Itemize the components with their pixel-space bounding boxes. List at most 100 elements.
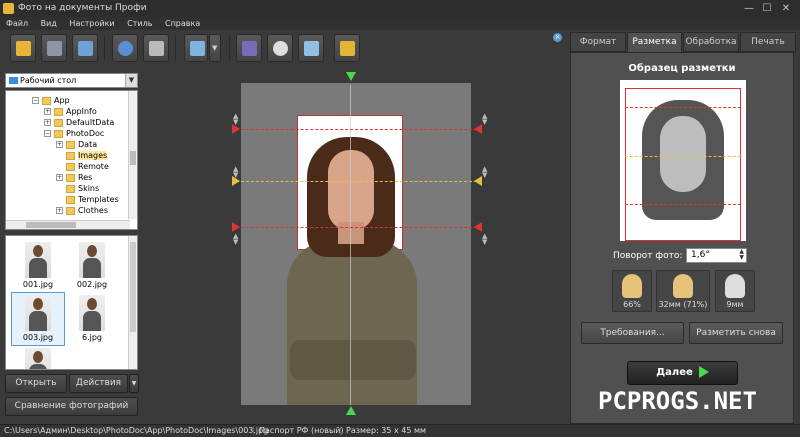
settings-cube-button[interactable] [298, 34, 324, 62]
compare-photos-button[interactable]: Сравнение фотографий [5, 397, 138, 416]
eye-guide-right-handle[interactable] [474, 176, 482, 186]
sample-frame [625, 88, 741, 241]
person-neck [338, 222, 364, 244]
top-margin-metric: 9мм [715, 270, 755, 312]
remark-again-button[interactable]: Разметить снова [689, 322, 783, 344]
tree-label: Skins [78, 184, 100, 193]
center-top-handle[interactable] [346, 72, 356, 81]
tree-node-templates[interactable]: Templates [66, 194, 119, 205]
open-folder-button[interactable] [10, 34, 36, 62]
tab-print[interactable]: Печать [740, 32, 796, 52]
folder-icon [54, 118, 63, 127]
folder-select[interactable]: Рабочий стол ▼ [5, 73, 138, 88]
video-tutorial-button[interactable] [267, 34, 293, 62]
people-button[interactable] [112, 34, 138, 62]
thumbnail-caption: 002.jpg [76, 280, 108, 289]
photo-thumbnail [79, 242, 105, 278]
help-book-button[interactable] [236, 34, 262, 62]
next-button[interactable]: Далее [627, 361, 738, 385]
folder-icon [66, 173, 75, 182]
tree-node-images[interactable]: Images [66, 150, 108, 161]
gift-button[interactable] [334, 34, 360, 62]
maximize-button[interactable]: ☐ [760, 2, 774, 15]
panel-close-icon[interactable]: × [553, 33, 562, 42]
tree-expander[interactable]: + [56, 174, 63, 181]
image-effects-button[interactable] [184, 34, 208, 62]
tree-label: Res [78, 173, 93, 182]
tree-node-photodoc[interactable]: − PhotoDoc [44, 128, 104, 139]
print-button[interactable] [72, 34, 98, 62]
top-head-guide [236, 129, 482, 130]
menu-file[interactable]: Файл [6, 19, 28, 28]
tree-node-clothes[interactable]: + Clothes [56, 205, 108, 216]
move-arrows-icon: ▲ ▼ [482, 165, 488, 179]
tree-node-remote[interactable]: Remote [66, 161, 109, 172]
tree-node-data[interactable]: + Data [56, 139, 97, 150]
tree-horizontal-scrollbar[interactable] [6, 220, 130, 229]
close-button[interactable]: ✕ [779, 2, 793, 15]
tab-markup[interactable]: Разметка [627, 32, 682, 52]
top-guide-right-handle[interactable] [474, 124, 482, 134]
folder-icon [54, 129, 63, 138]
chin-guide [236, 227, 482, 228]
menu-style[interactable]: Стиль [127, 19, 152, 28]
spinner-arrows-icon[interactable]: ▲ ▼ [739, 249, 744, 261]
app-icon [3, 3, 14, 14]
image-effects-dropdown[interactable]: ▼ [209, 34, 221, 62]
minimize-button[interactable]: — [742, 2, 756, 15]
markup-sample-image [620, 80, 746, 241]
rotation-label: Поворот фото: [613, 251, 683, 261]
center-bottom-handle[interactable] [346, 406, 356, 415]
tab-format[interactable]: Формат [570, 32, 626, 52]
rotation-spinner[interactable]: 1,6° ▲ ▼ [686, 248, 747, 263]
help-book-icon [242, 41, 257, 56]
tree-expander[interactable]: + [44, 119, 51, 126]
move-arrows-icon: ▲ ▼ [233, 112, 239, 126]
tree-node-app[interactable]: − App [32, 95, 70, 106]
actions-button[interactable]: Действия [69, 374, 128, 393]
tree-expander[interactable]: + [44, 108, 51, 115]
photo-thumbnail [25, 295, 51, 331]
tree-expander[interactable]: − [44, 130, 51, 137]
thumbnail-scrollbar[interactable] [128, 236, 137, 369]
tree-label: Clothes [78, 206, 108, 215]
camera-button[interactable] [143, 34, 169, 62]
film-reel-icon [273, 41, 288, 56]
tree-node-res[interactable]: + Res [56, 172, 92, 183]
thumbnail-item[interactable]: 6.jpg [66, 293, 118, 345]
thumbnail-item[interactable]: 001.jpg [12, 240, 64, 292]
top-margin-icon [725, 274, 745, 298]
face-height-metric: 32мм (71%) [656, 270, 710, 312]
folder-icon [66, 140, 75, 149]
metric-value: 66% [623, 300, 641, 309]
person-body [287, 240, 417, 405]
open-button[interactable]: Открыть [5, 374, 67, 393]
thumbnail-item[interactable]: 002.jpg [66, 240, 118, 292]
tree-node-defaultdata[interactable]: + DefaultData [44, 117, 114, 128]
menu-help[interactable]: Справка [165, 19, 200, 28]
tab-bar: Формат Разметка Обработка Печать [570, 32, 798, 52]
chevron-down-icon[interactable]: ▼ [125, 74, 137, 87]
tree-vertical-scrollbar[interactable] [128, 91, 137, 219]
actions-dropdown-arrow[interactable]: ▼ [129, 374, 139, 393]
menu-view[interactable]: Вид [41, 19, 57, 28]
tree-node-appinfo[interactable]: + AppInfo [44, 106, 97, 117]
thumbnail-caption: 003.jpg [22, 333, 54, 342]
tree-node-skins[interactable]: Skins [66, 183, 99, 194]
desktop-icon [9, 77, 18, 84]
thumbnail-item-selected[interactable]: 003.jpg [11, 292, 65, 346]
menu-settings[interactable]: Настройки [69, 19, 114, 28]
requirements-button[interactable]: Требования... [581, 322, 684, 344]
tree-expander[interactable]: + [56, 207, 63, 214]
tree-expander[interactable]: − [32, 97, 39, 104]
tab-processing[interactable]: Обработка [683, 32, 739, 52]
save-button[interactable] [41, 34, 67, 62]
tree-expander[interactable]: + [56, 141, 63, 148]
folder-icon [66, 162, 75, 171]
chin-guide-left-handle[interactable] [232, 222, 240, 232]
menu-bar: Файл Вид Настройки Стиль Справка [0, 17, 800, 30]
sample-top-guide [625, 107, 741, 108]
thumbnail-item[interactable] [12, 346, 64, 369]
folder-icon [66, 151, 75, 160]
chin-guide-right-handle[interactable] [474, 222, 482, 232]
